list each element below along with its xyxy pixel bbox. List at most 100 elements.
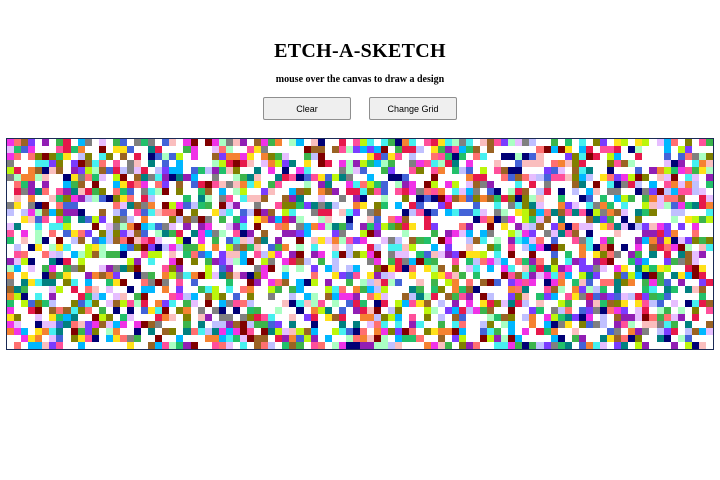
grid-cell[interactable]	[451, 293, 459, 300]
grid-cell[interactable]	[635, 251, 643, 258]
grid-cell[interactable]	[416, 230, 423, 237]
grid-cell[interactable]	[409, 251, 416, 258]
grid-cell[interactable]	[35, 223, 43, 230]
grid-cell[interactable]	[84, 188, 92, 195]
grid-cell[interactable]	[78, 244, 85, 251]
grid-cell[interactable]	[564, 314, 572, 321]
grid-cell[interactable]	[536, 181, 543, 188]
grid-cell[interactable]	[600, 181, 607, 188]
grid-cell[interactable]	[677, 258, 685, 265]
grid-cell[interactable]	[317, 160, 325, 167]
grid-cell[interactable]	[247, 237, 255, 244]
grid-cell[interactable]	[402, 335, 410, 342]
grid-cell[interactable]	[564, 293, 572, 300]
grid-cell[interactable]	[303, 230, 311, 237]
grid-cell[interactable]	[268, 307, 275, 314]
grid-cell[interactable]	[28, 286, 35, 293]
grid-cell[interactable]	[28, 328, 35, 335]
grid-cell[interactable]	[607, 181, 615, 188]
grid-cell[interactable]	[28, 216, 36, 223]
grid-cell[interactable]	[515, 230, 523, 237]
grid-cell[interactable]	[522, 167, 529, 174]
grid-cell[interactable]	[254, 160, 261, 167]
grid-cell[interactable]	[148, 223, 156, 230]
grid-cell[interactable]	[317, 181, 325, 188]
grid-cell[interactable]	[402, 223, 410, 230]
grid-cell[interactable]	[571, 223, 579, 230]
grid-cell[interactable]	[325, 300, 332, 307]
grid-cell[interactable]	[148, 209, 156, 216]
grid-cell[interactable]	[134, 209, 142, 216]
grid-cell[interactable]	[402, 286, 409, 293]
grid-cell[interactable]	[225, 202, 233, 209]
grid-cell[interactable]	[465, 174, 473, 181]
grid-cell[interactable]	[402, 251, 410, 258]
grid-cell[interactable]	[621, 335, 629, 342]
grid-cell[interactable]	[501, 230, 508, 237]
grid-cell[interactable]	[374, 251, 382, 258]
grid-cell[interactable]	[225, 251, 233, 258]
grid-cell[interactable]	[480, 181, 488, 188]
grid-cell[interactable]	[705, 321, 713, 328]
grid-cell[interactable]	[289, 209, 297, 216]
grid-cell[interactable]	[353, 153, 360, 160]
grid-cell[interactable]	[557, 300, 565, 307]
grid-cell[interactable]	[127, 286, 135, 293]
grid-cell[interactable]	[98, 139, 106, 146]
grid-cell[interactable]	[353, 314, 360, 321]
grid-cell[interactable]	[218, 342, 226, 349]
grid-cell[interactable]	[473, 279, 480, 286]
grid-cell[interactable]	[98, 209, 106, 216]
grid-cell[interactable]	[487, 321, 495, 328]
grid-cell[interactable]	[155, 251, 163, 258]
grid-cell[interactable]	[7, 237, 15, 244]
grid-cell[interactable]	[119, 335, 128, 342]
grid-cell[interactable]	[572, 272, 579, 279]
grid-cell[interactable]	[134, 230, 142, 237]
grid-cell[interactable]	[211, 160, 219, 167]
grid-cell[interactable]	[247, 139, 254, 146]
grid-cell[interactable]	[42, 223, 49, 230]
grid-cell[interactable]	[480, 230, 488, 237]
grid-cell[interactable]	[692, 279, 699, 286]
grid-cell[interactable]	[698, 160, 706, 167]
grid-cell[interactable]	[127, 216, 135, 223]
grid-cell[interactable]	[127, 202, 135, 209]
grid-cell[interactable]	[127, 328, 134, 335]
grid-cell[interactable]	[7, 279, 15, 286]
grid-cell[interactable]	[304, 272, 311, 279]
grid-cell[interactable]	[127, 209, 134, 216]
grid-cell[interactable]	[564, 146, 572, 153]
grid-cell[interactable]	[529, 272, 537, 279]
grid-cell[interactable]	[190, 258, 198, 265]
grid-cell[interactable]	[635, 216, 643, 223]
grid-cell[interactable]	[607, 321, 614, 328]
grid-cell[interactable]	[21, 321, 28, 328]
grid-cell[interactable]	[529, 279, 537, 286]
grid-cell[interactable]	[268, 244, 276, 251]
grid-cell[interactable]	[402, 181, 410, 188]
grid-cell[interactable]	[247, 251, 254, 258]
grid-cell[interactable]	[282, 293, 289, 300]
grid-cell[interactable]	[70, 167, 78, 174]
grid-cell[interactable]	[7, 188, 14, 195]
grid-cell[interactable]	[162, 202, 170, 209]
grid-cell[interactable]	[148, 258, 156, 265]
grid-cell[interactable]	[21, 251, 29, 258]
grid-cell[interactable]	[310, 321, 318, 328]
grid-cell[interactable]	[635, 202, 642, 209]
grid-cell[interactable]	[572, 251, 579, 258]
grid-cell[interactable]	[98, 251, 106, 258]
grid-cell[interactable]	[247, 279, 255, 286]
grid-cell[interactable]	[155, 307, 163, 314]
grid-cell[interactable]	[98, 314, 106, 321]
grid-cell[interactable]	[494, 237, 502, 244]
grid-cell[interactable]	[670, 139, 678, 146]
grid-cell[interactable]	[191, 237, 198, 244]
grid-cell[interactable]	[635, 174, 643, 181]
grid-cell[interactable]	[49, 335, 57, 342]
grid-cell[interactable]	[607, 307, 615, 314]
grid-cell[interactable]	[35, 174, 43, 181]
grid-cell[interactable]	[268, 188, 276, 195]
grid-cell[interactable]	[119, 195, 128, 202]
